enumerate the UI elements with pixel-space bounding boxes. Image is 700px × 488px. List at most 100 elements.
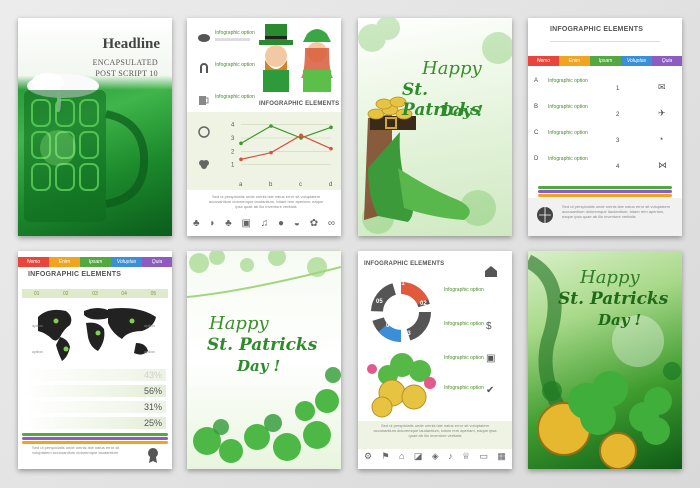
gift-icon: ▣ xyxy=(486,353,496,364)
data-point xyxy=(329,146,333,151)
home-icon xyxy=(485,266,497,277)
lock-icon: ⌂ xyxy=(398,451,405,461)
percent-row-2: 56% xyxy=(24,385,166,397)
option-label-1: Infographic option xyxy=(444,287,484,293)
dark-clover-greeting-card[interactable]: Happy St. Patricks Day ! xyxy=(528,251,682,469)
option-bar-1 xyxy=(215,38,250,41)
rss-icon: ◔ xyxy=(658,134,664,144)
row-letter: C xyxy=(534,130,539,136)
greeting-st-patricks: St. Patricks xyxy=(558,289,669,309)
hat-icon: ♣ xyxy=(193,218,200,229)
greeting-day: Day ! xyxy=(237,357,281,375)
infographic-title: INFOGRAPHIC ELEMENTS xyxy=(364,261,445,267)
tab-row: Nemo Enim Ipsam Voluptas Quia xyxy=(18,257,172,267)
row-d: D Infographic option 4 ⋈ xyxy=(534,156,678,178)
icon-strip: ⚙ ⚑ ⌂ ◪ ◈ ♪ ♕ ▭ ▦ xyxy=(364,451,506,462)
row-b: B Infographic option 2 ✈ xyxy=(534,104,678,126)
gear-icon: ⚙ xyxy=(364,451,373,461)
harp-icon: ♫ xyxy=(260,218,269,229)
row-number: 3 xyxy=(616,138,620,144)
badge-icon xyxy=(148,448,158,463)
chat-icon: ▭ xyxy=(479,451,488,461)
y-tick-label: 3 xyxy=(231,136,235,142)
row-letter: D xyxy=(534,156,539,162)
map-option-3: option xyxy=(144,323,155,328)
row-letter: B xyxy=(534,104,539,110)
tab-nemo[interactable]: Nemo xyxy=(18,257,49,267)
dollar-icon: $ xyxy=(486,321,492,332)
pot-icon xyxy=(198,34,210,42)
y-tick-label: 1 xyxy=(231,163,235,169)
row-letter: A xyxy=(534,78,539,84)
clover-background xyxy=(358,18,512,234)
mug-icon xyxy=(199,96,209,105)
option-label-2: Infographic option xyxy=(215,62,255,68)
greeting-happy: Happy xyxy=(422,58,482,79)
ring-infographic-card[interactable]: INFOGRAPHIC ELEMENTS 01 02 03 04 05 Info… xyxy=(358,251,512,469)
world-map-card[interactable]: Nemo Enim Ipsam Voluptas Quia INFOGRAPHI… xyxy=(18,251,172,469)
step-4: 04 xyxy=(121,290,127,297)
step-5: 05 xyxy=(150,290,157,297)
infographic-title: INFOGRAPHIC ELEMENTS xyxy=(259,101,340,107)
percent-row-4: 25% xyxy=(24,417,166,429)
data-point xyxy=(299,133,303,138)
shamrock-icon: ✿ xyxy=(309,218,319,229)
step-2: 02 xyxy=(63,290,69,297)
coins-icon xyxy=(198,126,210,138)
option-label-3: Infographic option xyxy=(215,94,255,100)
tag-icon: ◈ xyxy=(431,451,439,461)
footer-text: Sed ut perspiciatis unde omnis iste natu… xyxy=(373,423,497,438)
tab-voluptas[interactable]: Voluptas xyxy=(111,257,142,267)
clover-greeting-card[interactable]: Happy St. Patricks Day ! xyxy=(187,251,341,469)
percent-value: 25% xyxy=(143,418,162,428)
trophy-icon: ♕ xyxy=(461,451,471,461)
data-point xyxy=(329,125,333,130)
step-row: 01 02 03 04 05 xyxy=(22,289,168,298)
row-number: 1 xyxy=(616,86,620,92)
tab-enim[interactable]: Enim xyxy=(49,257,80,267)
tab-ipsam[interactable]: Ipsam xyxy=(590,56,621,66)
share-icon: ⋈ xyxy=(658,160,667,170)
tab-ipsam[interactable]: Ipsam xyxy=(80,257,111,267)
row-option: Infographic option xyxy=(548,156,588,162)
row-c: C Infographic option 3 ◔ xyxy=(534,130,678,152)
infographic-chart-card[interactable]: Infographic option Infographic option In… xyxy=(187,18,341,236)
tab-row: Nemo Enim Ipsam Voluptas Quia xyxy=(528,56,682,66)
boot-greeting-card[interactable]: Happy St. Patricks Day ! xyxy=(358,18,512,236)
line-chart: 1 2 3 4 a b c d xyxy=(231,123,333,188)
flag-icon: ⚑ xyxy=(381,451,390,461)
greeting-st-patricks: St. Patricks xyxy=(207,335,318,355)
tab-enim[interactable]: Enim xyxy=(559,56,590,66)
ring-label-3: 03 xyxy=(404,331,411,337)
tab-quia[interactable]: Quia xyxy=(142,257,172,267)
option-label-4: Infographic option xyxy=(444,385,484,391)
beer-poster-card[interactable]: Headline ENCAPSULATED POST SCRIPT 10 xyxy=(18,18,172,236)
color-stripes xyxy=(538,186,672,197)
ring-label-1: 01 xyxy=(398,281,405,287)
x-tick-label: c xyxy=(299,182,302,188)
ring-label-4: 04 xyxy=(386,323,393,329)
y-tick-label: 2 xyxy=(231,149,235,155)
mail-icon: ✉ xyxy=(658,82,666,92)
y-tick-label: 4 xyxy=(231,123,235,129)
map-option-4: option xyxy=(144,349,155,354)
percent-row-3: 31% xyxy=(24,401,166,413)
screen-icon: ▦ xyxy=(497,451,506,461)
infographic-tabs-card[interactable]: INFOGRAPHIC ELEMENTS Nemo Enim Ipsam Vol… xyxy=(528,18,682,236)
row-option: Infographic option xyxy=(548,104,588,110)
color-stripes xyxy=(22,433,168,444)
greeting-day: Day ! xyxy=(598,311,642,329)
tab-nemo[interactable]: Nemo xyxy=(528,56,559,66)
map-option-1: option xyxy=(32,323,43,328)
gold-coins-clover-illustration xyxy=(367,353,436,418)
tab-voluptas[interactable]: Voluptas xyxy=(621,56,652,66)
x-tick-label: a xyxy=(239,182,243,188)
infographic-title: INFOGRAPHIC ELEMENTS xyxy=(550,26,644,33)
infographic-title: INFOGRAPHIC ELEMENTS xyxy=(28,271,122,278)
tab-quia[interactable]: Quia xyxy=(652,56,682,66)
x-tick-label: b xyxy=(269,182,273,188)
series-line-2 xyxy=(240,134,332,160)
bookmark-icon: ◪ xyxy=(413,451,423,461)
data-point xyxy=(269,150,273,155)
title-underline xyxy=(550,36,660,42)
